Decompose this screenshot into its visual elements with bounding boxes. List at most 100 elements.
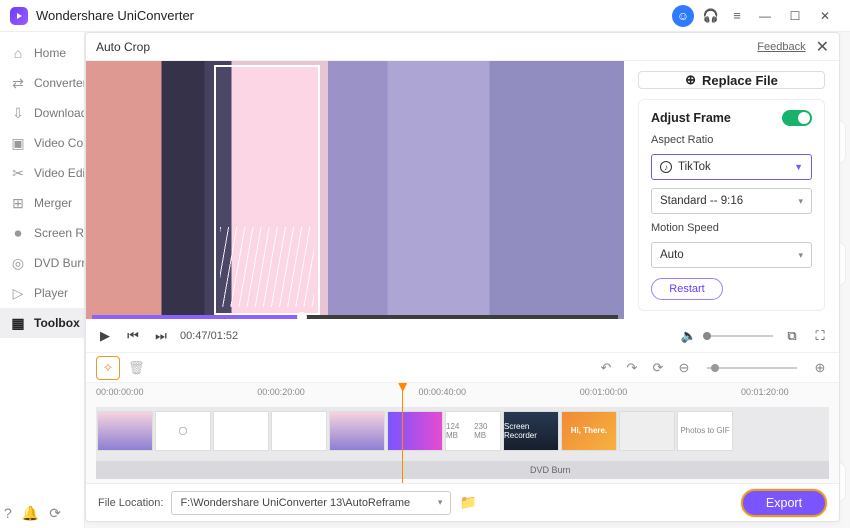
snapshot-icon[interactable]: ⧉: [783, 328, 801, 344]
timeline-thumb[interactable]: [213, 411, 269, 451]
tiktok-icon: ♪: [660, 161, 672, 173]
sidebar-item-dvd[interactable]: ◎DVD Burner: [0, 248, 84, 278]
timeline-thumb[interactable]: [271, 411, 327, 451]
add-clip-button[interactable]: ✧: [96, 356, 120, 380]
tool-row: ✧ 🗑 ↶ ↷ ⟳ ⊖ ⊕: [86, 353, 839, 383]
playhead[interactable]: [402, 383, 403, 483]
standard-value: Standard -- 9:16: [660, 195, 743, 207]
timeline-thumb[interactable]: 124 MB 230 MB: [445, 411, 501, 451]
account-avatar-icon[interactable]: ☺: [672, 5, 694, 27]
export-button[interactable]: Export: [741, 489, 827, 517]
panel-title: Auto Crop: [96, 40, 150, 54]
dvd-icon: ◎: [10, 255, 26, 271]
file-location-dropdown[interactable]: F:\Wondershare UniConverter 13\AutoRefra…: [171, 491, 451, 515]
ruler-mark: 00:00:20:00: [257, 387, 305, 397]
timeline-thumb[interactable]: [97, 411, 153, 451]
open-folder-icon[interactable]: 📁: [459, 494, 476, 511]
volume-control[interactable]: 🔈: [681, 328, 773, 344]
thumb-label: Photos to GIF: [680, 426, 729, 435]
close-icon[interactable]: ✕: [816, 37, 829, 57]
timeline-thumb[interactable]: ◯: [155, 411, 211, 451]
prev-frame-icon[interactable]: ⏮: [124, 328, 142, 344]
progress-knob-icon[interactable]: [297, 312, 307, 319]
thumb-label: Screen Recorder: [504, 422, 558, 440]
next-frame-icon[interactable]: ⏭: [152, 328, 170, 344]
aspect-ratio-dropdown[interactable]: ♪ TikTok ▼: [651, 154, 812, 180]
adjust-frame-label: Adjust Frame: [651, 111, 731, 125]
motion-speed-value: Auto: [660, 249, 684, 261]
zoom-out-icon[interactable]: ⊖: [675, 360, 693, 376]
crop-outline[interactable]: [214, 65, 320, 315]
redo-icon[interactable]: ↷: [623, 360, 641, 376]
thumb-label: Hi, There.: [571, 426, 607, 435]
sidebar-item-label: Player: [34, 286, 68, 300]
ruler-mark: 00:00:40:00: [419, 387, 467, 397]
sidebar-item-editor[interactable]: ✂Video Editor: [0, 158, 84, 188]
sidebar-item-label: Converter: [34, 76, 84, 90]
converter-icon: ⇄: [10, 75, 26, 91]
undo-icon[interactable]: ↶: [597, 360, 615, 376]
sidebar-item-converter[interactable]: ⇄ Converter: [0, 68, 84, 98]
play-icon[interactable]: ▶: [96, 328, 114, 344]
feedback-link[interactable]: Feedback: [757, 41, 805, 53]
timeline[interactable]: 00:00:00:00 00:00:20:00 00:00:40:00 00:0…: [86, 383, 839, 483]
window-maximize-button[interactable]: ☐: [780, 3, 810, 29]
timeline-thumb[interactable]: Hi, There.: [561, 411, 617, 451]
video-frame: [86, 61, 624, 319]
replace-file-button[interactable]: ⊕ Replace File: [638, 71, 825, 89]
timeline-ruler: 00:00:00:00 00:00:20:00 00:00:40:00 00:0…: [96, 387, 829, 403]
refresh-icon[interactable]: ⟳: [49, 505, 61, 522]
sidebar: ⌂ Home ⇄ Converter ⇩Downloader ▣ Video Comp…: [0, 32, 85, 528]
sidebar-item-recorder[interactable]: ⏺Screen Recorder: [0, 218, 84, 248]
side-controls: ⊕ Replace File Adjust Frame Aspect Ratio…: [624, 61, 839, 319]
sidebar-item-label: Video Compressor: [34, 136, 84, 150]
timeline-thumb[interactable]: [619, 411, 675, 451]
sidebar-item-label: Video Editor: [34, 166, 84, 180]
motion-speed-dropdown[interactable]: Auto ▾: [651, 242, 812, 268]
footer: File Location: F:\Wondershare UniConvert…: [86, 483, 839, 521]
timeline-thumbnails: ◯ 124 MB 230 MB Screen Recorder Hi, Ther…: [96, 407, 829, 462]
transport-bar: ▶ ⏮ ⏭ 00:47/01:52 🔈 ⧉ ⛶: [86, 319, 839, 353]
window-minimize-button[interactable]: —: [750, 3, 780, 29]
menu-icon[interactable]: ≡: [724, 3, 750, 29]
sidebar-item-label: Screen Recorder: [34, 226, 84, 240]
restart-button[interactable]: Restart: [651, 278, 723, 300]
sidebar-item-label: Home: [34, 46, 66, 60]
timeline-thumb[interactable]: [329, 411, 385, 451]
timeline-thumb[interactable]: Photos to GIF: [677, 411, 733, 451]
bell-icon[interactable]: 🔔: [22, 505, 39, 522]
adjust-frame-toggle[interactable]: [782, 110, 812, 126]
sidebar-item-home[interactable]: ⌂ Home: [0, 38, 84, 68]
sidebar-item-compressor[interactable]: ▣ Video Compressor: [0, 128, 84, 158]
volume-track[interactable]: [703, 335, 773, 337]
time-label: 00:47/01:52: [180, 330, 238, 342]
chevron-down-icon: ▾: [798, 250, 803, 261]
size-chip: 124 MB: [446, 422, 472, 440]
app-logo-icon: [10, 7, 28, 25]
sidebar-item-label: Merger: [34, 196, 72, 210]
sidebar-item-player[interactable]: ▷Player: [0, 278, 84, 308]
sidebar-item-toolbox[interactable]: ▦Toolbox: [0, 308, 84, 338]
video-progress-track[interactable]: [92, 315, 618, 319]
sidebar-item-merger[interactable]: ⊞Merger: [0, 188, 84, 218]
delete-icon[interactable]: 🗑: [128, 360, 145, 376]
aspect-ratio-value: TikTok: [678, 161, 711, 173]
zoom-slider[interactable]: [707, 367, 797, 369]
titlebar: Wondershare UniConverter ☺ 🎧 ≡ — ☐ ✕: [0, 0, 850, 32]
refresh-icon[interactable]: ⟳: [649, 360, 667, 376]
compressor-icon: ▣: [10, 135, 26, 151]
sidebar-item-downloader[interactable]: ⇩Downloader: [0, 98, 84, 128]
timeline-thumb[interactable]: [387, 411, 443, 451]
panel-header: Auto Crop Feedback ✕: [86, 33, 839, 61]
timeline-thumb[interactable]: Screen Recorder: [503, 411, 559, 451]
home-icon: ⌂: [10, 45, 26, 61]
standard-dropdown[interactable]: Standard -- 9:16 ▾: [651, 188, 812, 214]
help-icon[interactable]: ?: [4, 505, 12, 522]
headset-icon[interactable]: 🎧: [698, 3, 724, 29]
window-close-button[interactable]: ✕: [810, 3, 840, 29]
fullscreen-icon[interactable]: ⛶: [811, 328, 829, 344]
video-preview[interactable]: [86, 61, 624, 319]
restart-label: Restart: [669, 283, 704, 295]
zoom-in-icon[interactable]: ⊕: [811, 360, 829, 376]
chevron-down-icon: ▾: [438, 497, 443, 508]
